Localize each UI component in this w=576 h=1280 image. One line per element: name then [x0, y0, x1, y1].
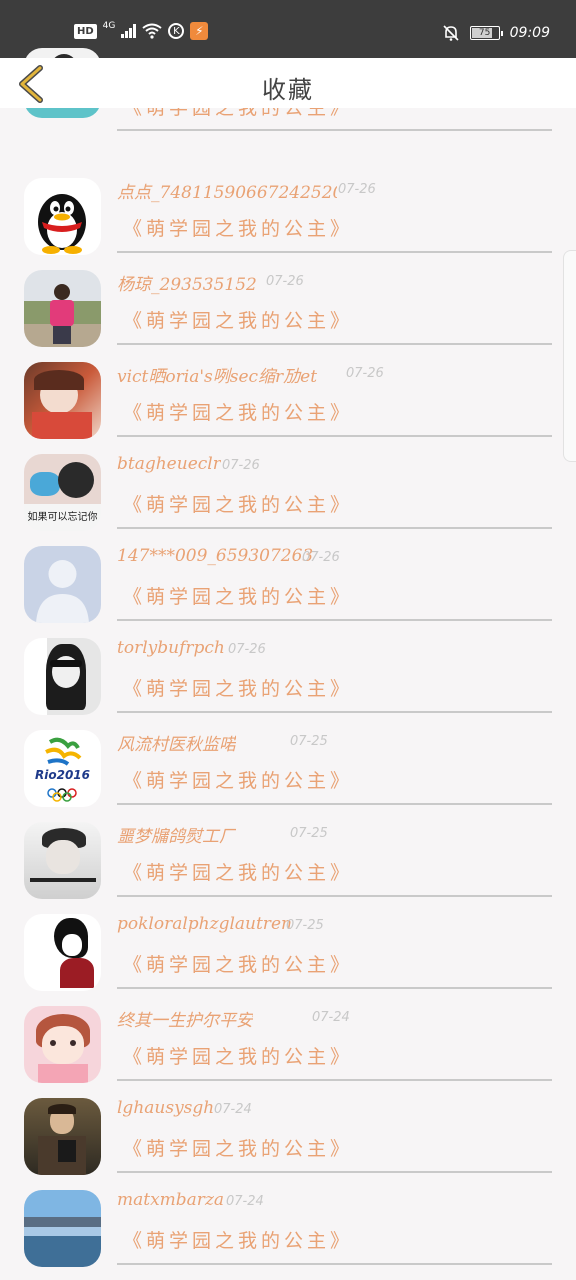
favorite-title[interactable]: 《萌学园之我的公主》: [123, 214, 353, 241]
avatar[interactable]: [24, 1098, 101, 1175]
avatar[interactable]: [24, 1190, 101, 1267]
scroll-indicator[interactable]: [563, 250, 576, 462]
avatar[interactable]: [24, 822, 101, 899]
user-name: 终其一生护尔平安: [117, 1011, 253, 1031]
date: 07-25: [290, 734, 328, 749]
battery-icon: 75: [469, 26, 503, 40]
avatar-caption: Rio2016: [35, 768, 90, 782]
favorite-title[interactable]: 《萌学园之我的公主》: [123, 1226, 353, 1253]
user-name: 点点_74811590667242520: [117, 183, 337, 203]
favorite-title[interactable]: 《萌学园之我的公主》: [123, 1042, 353, 1069]
favorite-title[interactable]: 《萌学园之我的公主》: [123, 858, 353, 885]
divider: [117, 895, 552, 897]
list-item[interactable]: 终其一生护尔平安 07-24 《萌学园之我的公主》: [0, 990, 576, 1083]
divider: [117, 711, 552, 713]
divider: [117, 1263, 552, 1265]
default-avatar-icon: [36, 560, 89, 623]
favorite-title[interactable]: 《萌学园之我的公主》: [123, 950, 353, 977]
avatar[interactable]: [24, 914, 101, 991]
date: 07-26: [222, 458, 260, 473]
favorite-title[interactable]: 《萌学园之我的公主》: [123, 674, 353, 701]
hd-icon: HD: [74, 23, 97, 39]
divider: [117, 527, 552, 529]
divider: [117, 251, 552, 253]
clock: 09:09: [509, 25, 550, 41]
user-name: btagheueclr: [117, 454, 221, 474]
user-name: lghausysgh: [117, 1098, 215, 1118]
list-item[interactable]: vict晒oria's咧sec缩r劢et 07-26 《萌学园之我的公主》: [0, 346, 576, 439]
date: 07-25: [286, 918, 324, 933]
date: 07-24: [214, 1102, 252, 1117]
list-item[interactable]: Rio2016 风流村医秋监喏 07-25 《萌学园之我的公主》: [0, 714, 576, 807]
date: 07-26: [302, 550, 340, 565]
date: 07-24: [226, 1194, 264, 1209]
user-name: 杨琼_293535152: [117, 275, 257, 295]
date: 07-26: [228, 642, 266, 657]
avatar[interactable]: [24, 362, 101, 439]
divider: [117, 129, 552, 131]
favorite-title[interactable]: 《萌学园之我的公主》: [123, 306, 353, 333]
title-bar: 收藏: [0, 58, 576, 108]
avatar[interactable]: [24, 546, 101, 623]
divider: [117, 1079, 552, 1081]
favorite-title[interactable]: 《萌学园之我的公主》: [123, 582, 353, 609]
divider: [117, 619, 552, 621]
avatar[interactable]: 如果可以忘记你: [24, 454, 101, 531]
user-name: torlybufrpch: [117, 638, 225, 658]
date: 07-26: [266, 274, 304, 289]
user-name: vict晒oria's咧sec缩r劢et: [117, 367, 318, 387]
avatar[interactable]: [24, 1006, 101, 1083]
list-item[interactable]: lghausysgh 07-24 《萌学园之我的公主》: [0, 1082, 576, 1175]
date: 07-24: [312, 1010, 350, 1025]
favorite-title[interactable]: 《萌学园之我的公主》: [123, 398, 353, 425]
page-title: 收藏: [262, 76, 314, 104]
divider: [117, 803, 552, 805]
date: 07-26: [346, 366, 384, 381]
list-item[interactable]: 杨琼_293535152 07-26 《萌学园之我的公主》: [0, 254, 576, 347]
date: 07-25: [290, 826, 328, 841]
avatar[interactable]: Rio2016: [24, 730, 101, 807]
list-item[interactable]: pokloralphzglautren 07-25 《萌学园之我的公主》: [0, 898, 576, 991]
signal-icon: [121, 24, 137, 38]
list-item[interactable]: 147***009_659307263 07-26 《萌学园之我的公主》: [0, 530, 576, 623]
user-name: matxmbarza: [117, 1190, 225, 1210]
avatar[interactable]: [24, 270, 101, 347]
list-item[interactable]: torlybufrpch 07-26 《萌学园之我的公主》: [0, 622, 576, 715]
k-app-icon: K: [168, 23, 185, 39]
avatar[interactable]: [24, 638, 101, 715]
network-type: 4G: [102, 21, 116, 31]
qq-penguin-icon: [38, 194, 86, 254]
wifi-icon: [142, 23, 162, 39]
app-notification-icon: ⚡: [190, 22, 209, 40]
date: 07-26: [338, 182, 376, 197]
divider: [117, 343, 552, 345]
mute-bell-icon: [443, 25, 459, 41]
favorite-title[interactable]: 《萌学园之我的公主》: [123, 490, 353, 517]
divider: [117, 1171, 552, 1173]
list-item[interactable]: 噩梦牖鸽熨工厂 07-25 《萌学园之我的公主》: [0, 806, 576, 899]
avatar-caption: 如果可以忘记你: [27, 512, 98, 523]
divider: [117, 435, 552, 437]
user-name: 风流村医秋监喏: [117, 735, 236, 755]
user-name: 噩梦牖鸽熨工厂: [117, 827, 236, 847]
list-item[interactable]: matxmbarza 07-24 《萌学园之我的公主》: [0, 1174, 576, 1267]
favorite-title[interactable]: 《萌学园之我的公主》: [123, 766, 353, 793]
avatar[interactable]: [24, 178, 101, 255]
list-item[interactable]: 如果可以忘记你 btagheueclr 07-26 《萌学园之我的公主》: [0, 438, 576, 531]
user-name: pokloralphzglautren: [117, 914, 292, 934]
list-item[interactable]: 点点_74811590667242520 07-26 《萌学园之我的公主》: [0, 162, 576, 255]
user-name: 147***009_659307263: [117, 546, 314, 566]
favorite-title[interactable]: 《萌学园之我的公主》: [123, 1134, 353, 1161]
divider: [117, 987, 552, 989]
